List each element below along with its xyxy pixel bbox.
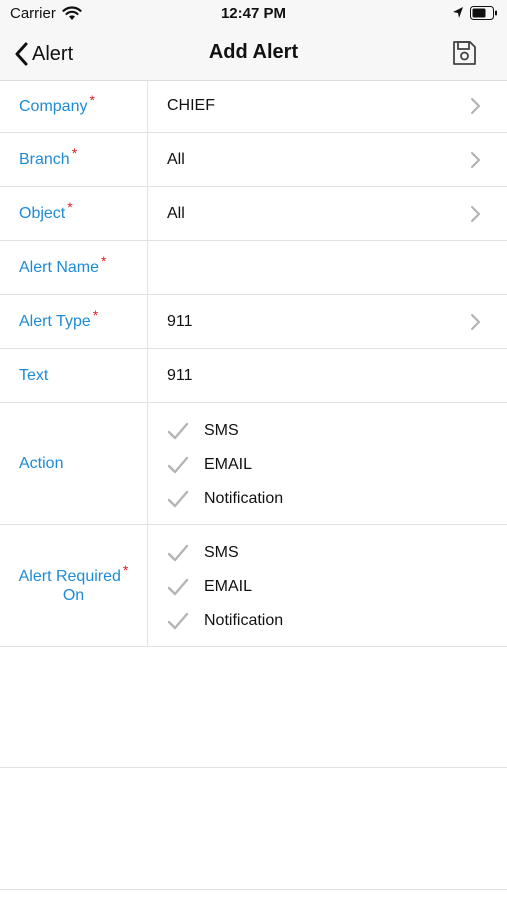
required-marker: * <box>71 145 78 161</box>
add-alert-form: Company * CHIEF Branch * All Object * All A… <box>0 80 507 647</box>
action-row: Action SMS EMAIL Notification <box>0 403 507 525</box>
floppy-disk-icon <box>453 41 476 65</box>
required-on-option-sms[interactable]: SMS <box>167 541 467 565</box>
company-value: CHIEF <box>167 97 215 114</box>
option-label: Notification <box>204 612 284 629</box>
alert-name-label: Alert Name * <box>19 253 107 276</box>
required-on-option-notification[interactable]: Notification <box>167 609 467 633</box>
page-title: Add Alert <box>208 41 299 63</box>
action-option-notification[interactable]: Notification <box>167 487 467 511</box>
divider <box>0 889 507 890</box>
action-option-email[interactable]: EMAIL <box>167 453 467 477</box>
required-marker: * <box>101 253 107 269</box>
navigation-bar: Alert Add Alert <box>0 28 507 81</box>
option-label: SMS <box>204 544 239 561</box>
required-marker: * <box>89 91 95 108</box>
alert-name-input[interactable] <box>167 241 487 294</box>
branch-label: Branch * <box>19 145 78 168</box>
company-label: Company * <box>19 91 95 115</box>
location-arrow-icon <box>453 7 463 18</box>
chevron-right-icon <box>471 98 480 114</box>
battery-icon <box>470 6 497 20</box>
chevron-right-icon <box>471 313 480 330</box>
object-row[interactable]: Object * All <box>0 187 507 241</box>
alert-name-row: Alert Name * <box>0 241 507 295</box>
text-label: Text <box>19 367 49 384</box>
alert-type-row[interactable]: Alert Type * 911 <box>0 295 507 349</box>
option-label: Notification <box>204 490 284 507</box>
text-input[interactable]: 911 <box>167 349 193 402</box>
required-marker: * <box>92 307 99 323</box>
status-bar: Carrier 12:47 PM <box>0 0 507 28</box>
object-label: Object * <box>19 199 73 222</box>
alert-type-value: 911 <box>167 312 193 330</box>
option-label: EMAIL <box>204 456 253 473</box>
required-on-option-email[interactable]: EMAIL <box>167 575 467 599</box>
chevron-right-icon <box>471 151 480 168</box>
object-value: All <box>167 204 185 222</box>
option-label: SMS <box>204 422 239 439</box>
checkmark-icon <box>167 456 189 474</box>
required-marker: * <box>67 199 73 215</box>
checkmark-icon <box>167 612 189 630</box>
branch-row[interactable]: Branch * All <box>0 133 507 187</box>
checkmark-icon <box>167 490 189 508</box>
text-row: Text 911 <box>0 349 507 403</box>
chevron-right-icon <box>471 205 480 222</box>
company-row[interactable]: Company * CHIEF <box>0 80 507 133</box>
alert-required-on-label: Alert Required * On <box>18 561 129 604</box>
required-marker: * <box>122 561 129 578</box>
option-label: EMAIL <box>204 578 253 595</box>
divider <box>0 767 507 768</box>
save-button[interactable] <box>450 39 478 67</box>
checkmark-icon <box>167 544 189 562</box>
alert-required-on-row: Alert Required * On SMS EMAIL Notificatio… <box>0 525 507 647</box>
checkmark-icon <box>167 422 189 440</box>
branch-value: All <box>167 150 185 168</box>
checkmark-icon <box>167 578 189 596</box>
alert-type-label: Alert Type * <box>19 307 99 330</box>
action-option-sms[interactable]: SMS <box>167 419 467 443</box>
action-label: Action <box>19 455 64 472</box>
clock: 12:47 PM <box>220 5 287 22</box>
